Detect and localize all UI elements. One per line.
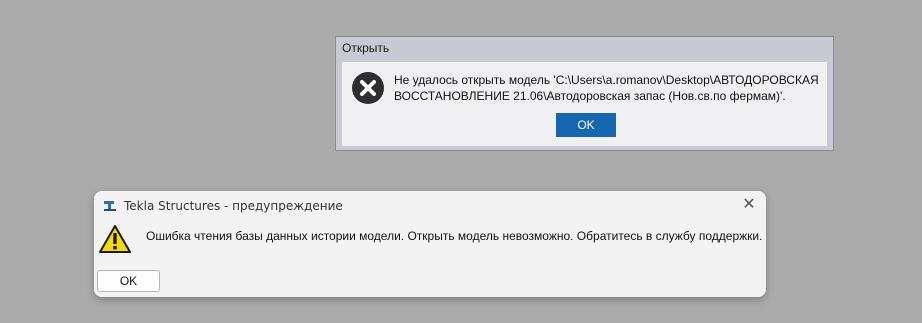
warning-message: Ошибка чтения базы данных истории модели… xyxy=(146,229,763,243)
warning-icon xyxy=(99,225,131,253)
dialog-content: Не удалось открыть модель 'C:\Users\a.ro… xyxy=(342,62,827,146)
title-bar[interactable]: Tekla Structures - предупреждение ✕ xyxy=(94,191,766,221)
error-icon xyxy=(352,72,384,104)
dialog-title: Открыть xyxy=(342,41,390,55)
ok-button[interactable]: OK xyxy=(556,113,616,137)
tekla-icon xyxy=(104,201,116,211)
dialog-title: Tekla Structures - предупреждение xyxy=(124,199,343,213)
close-icon[interactable]: ✕ xyxy=(740,196,758,214)
ok-button[interactable]: OK xyxy=(97,270,160,292)
dialog-content: Ошибка чтения базы данных истории модели… xyxy=(94,221,766,297)
error-message: Не удалось открыть модель 'C:\Users\a.ro… xyxy=(394,73,819,103)
open-error-dialog: Открыть Не удалось открыть модель 'C:\Us… xyxy=(335,36,834,151)
tekla-warning-dialog: Tekla Structures - предупреждение ✕ Ошиб… xyxy=(94,191,766,297)
